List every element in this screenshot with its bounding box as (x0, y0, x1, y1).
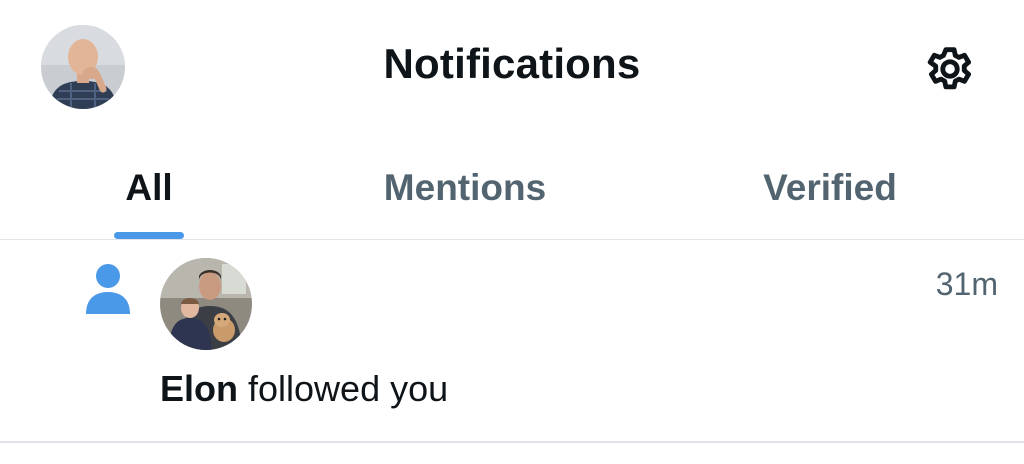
tab-verified[interactable]: Verified (720, 136, 940, 239)
follower-avatar-image (160, 258, 252, 350)
gear-icon (927, 47, 972, 90)
follower-name[interactable]: Elon (160, 368, 238, 409)
notification-item[interactable]: 31m Elon followed you (0, 240, 1024, 441)
notification-action: followed you (238, 368, 449, 409)
active-tab-indicator (114, 232, 184, 239)
person-follow-icon (84, 262, 132, 314)
header: Notifications (0, 0, 1024, 136)
follower-avatar[interactable] (160, 258, 252, 350)
tab-all[interactable]: All (97, 136, 201, 239)
settings-button[interactable] (918, 39, 982, 99)
notification-text: Elon followed you (160, 368, 448, 410)
notification-tabs: All Mentions Verified (0, 136, 1024, 239)
notification-divider (0, 441, 1024, 443)
notifications-screen: Notifications All Mentions Verified 31m … (0, 0, 1024, 464)
tab-mentions[interactable]: Mentions (340, 136, 590, 239)
notification-timestamp: 31m (935, 266, 998, 302)
page-title: Notifications (383, 40, 641, 87)
